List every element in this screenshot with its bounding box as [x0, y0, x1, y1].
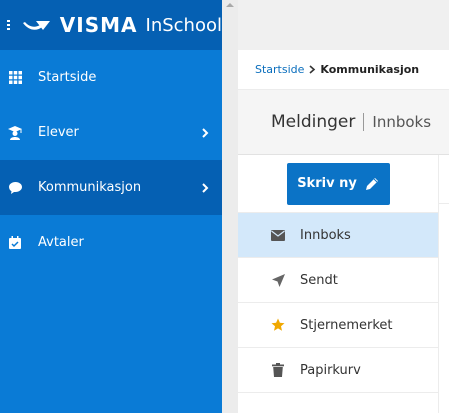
scroll-up-icon[interactable] — [226, 3, 234, 7]
title-divider — [363, 113, 365, 131]
folder-label: Papirkurv — [300, 362, 361, 378]
menu-icon[interactable] — [7, 20, 10, 30]
sidebar: VISMA InSchool Startside Elever Kommunik… — [0, 0, 222, 413]
sidebar-item-label: Elever — [38, 125, 79, 140]
sidebar-item-startside[interactable]: Startside — [0, 50, 222, 105]
folder-stjernemerket[interactable]: Stjernemerket — [238, 303, 438, 348]
page-header: Meldinger Innboks — [238, 90, 449, 155]
trash-icon — [271, 363, 285, 377]
compose-label: Skriv ny — [297, 176, 357, 191]
sidebar-scrollbar[interactable] — [222, 0, 238, 413]
folder-papirkurv[interactable]: Papirkurv — [238, 348, 438, 393]
main-content: Startside Kommunikasjon Meldinger Innbok… — [238, 0, 449, 413]
send-icon — [271, 273, 285, 287]
breadcrumb-current: Kommunikasjon — [320, 63, 420, 76]
sidebar-item-elever[interactable]: Elever — [0, 105, 222, 160]
folder-sendt[interactable]: Sendt — [238, 258, 438, 303]
grid-icon — [8, 71, 22, 85]
folder-label: Innboks — [300, 227, 351, 243]
compose-button[interactable]: Skriv ny — [286, 162, 390, 205]
chevron-right-icon — [309, 65, 316, 74]
sidebar-item-label: Avtaler — [38, 235, 84, 250]
visma-mark-icon — [22, 21, 50, 30]
message-list-edge — [438, 155, 449, 413]
folder-panel: Skriv ny Innboks Sendt Stjernemerket Pap… — [238, 155, 438, 413]
sidebar-item-avtaler[interactable]: Avtaler — [0, 215, 222, 270]
envelope-icon — [271, 228, 285, 242]
product-name: InSchool — [145, 14, 222, 36]
breadcrumb-home-link[interactable]: Startside — [255, 63, 304, 76]
sidebar-item-label: Startside — [38, 70, 97, 85]
chevron-right-icon — [202, 127, 209, 138]
brand-name: VISMA — [59, 13, 138, 37]
visma-logo[interactable]: VISMA InSchool — [22, 13, 222, 37]
folder-label: Stjernemerket — [300, 317, 393, 333]
chat-icon — [8, 181, 22, 195]
pencil-icon — [365, 177, 378, 190]
folder-innboks[interactable]: Innboks — [238, 213, 438, 258]
sidebar-item-label: Kommunikasjon — [38, 180, 142, 195]
page-title: Meldinger — [271, 112, 356, 132]
breadcrumb: Startside Kommunikasjon — [238, 50, 449, 90]
chevron-right-icon — [202, 182, 209, 193]
brand-bar: VISMA InSchool — [0, 0, 222, 50]
page-subtitle: Innboks — [372, 113, 432, 131]
compose-area: Skriv ny — [238, 155, 438, 213]
top-bar — [238, 0, 449, 50]
sidebar-item-kommunikasjon[interactable]: Kommunikasjon — [0, 160, 222, 215]
calendar-icon — [8, 236, 22, 250]
star-icon — [271, 318, 285, 332]
folder-label: Sendt — [300, 272, 338, 288]
student-icon — [8, 125, 22, 140]
